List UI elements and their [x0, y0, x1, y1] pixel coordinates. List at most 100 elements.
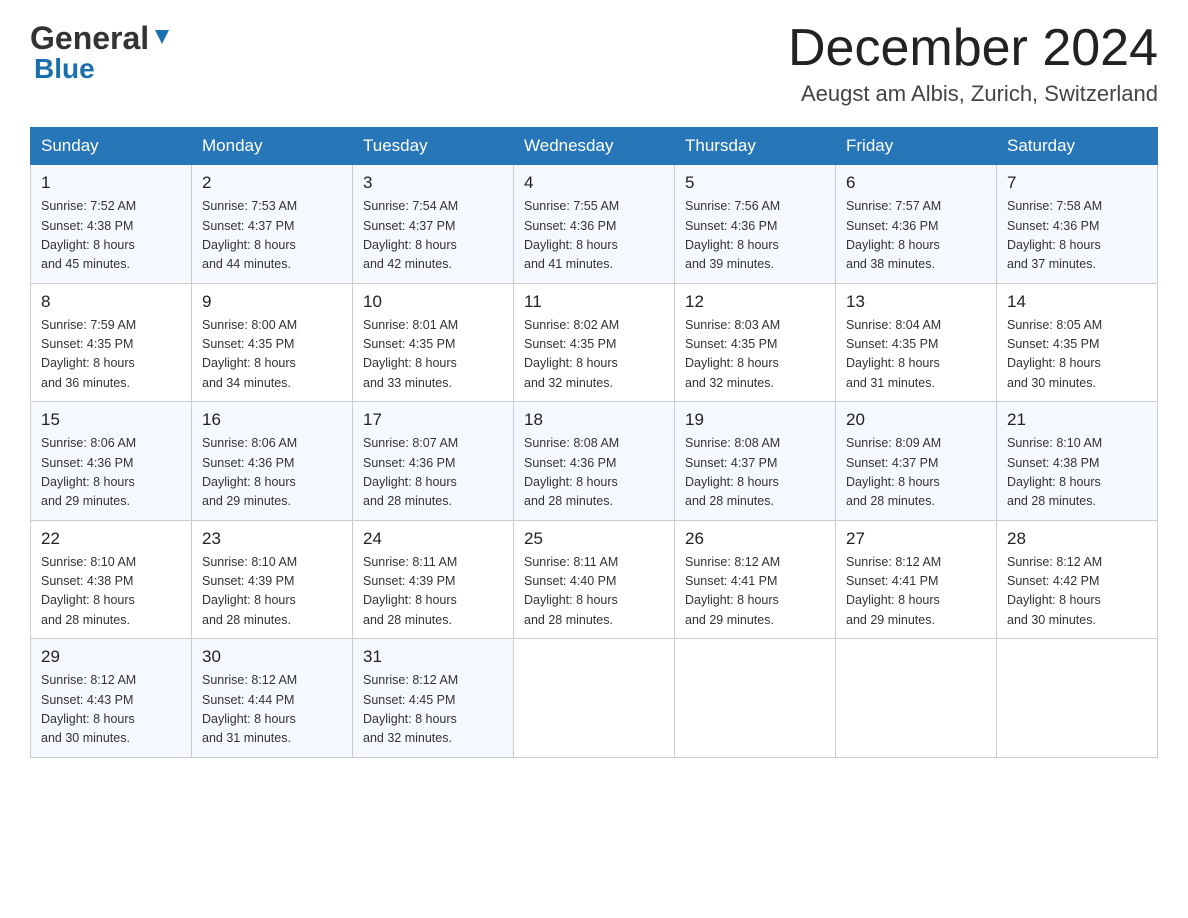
day-number: 7	[1007, 173, 1147, 193]
day-info: Sunrise: 7:57 AMSunset: 4:36 PMDaylight:…	[846, 197, 986, 275]
day-info: Sunrise: 8:06 AMSunset: 4:36 PMDaylight:…	[202, 434, 342, 512]
weekday-header-monday: Monday	[192, 128, 353, 165]
calendar-cell: 26Sunrise: 8:12 AMSunset: 4:41 PMDayligh…	[675, 520, 836, 639]
day-info: Sunrise: 8:12 AMSunset: 4:41 PMDaylight:…	[685, 553, 825, 631]
title-block: December 2024 Aeugst am Albis, Zurich, S…	[788, 20, 1158, 107]
calendar-cell	[514, 639, 675, 758]
day-number: 29	[41, 647, 181, 667]
day-info: Sunrise: 7:53 AMSunset: 4:37 PMDaylight:…	[202, 197, 342, 275]
calendar-cell: 30 Sunrise: 8:12 AMSunset: 4:44 PMDayligh…	[192, 639, 353, 758]
day-number: 9	[202, 292, 342, 312]
day-number: 1	[41, 173, 181, 193]
day-info: Sunrise: 8:11 AMSunset: 4:40 PMDaylight:…	[524, 553, 664, 631]
day-info: Sunrise: 8:09 AMSunset: 4:37 PMDaylight:…	[846, 434, 986, 512]
calendar-cell: 1 Sunrise: 7:52 AMSunset: 4:38 PMDaylight…	[31, 165, 192, 284]
day-number: 31	[363, 647, 503, 667]
day-info: Sunrise: 8:04 AMSunset: 4:35 PMDaylight:…	[846, 316, 986, 394]
day-number: 24	[363, 529, 503, 549]
logo-blue-text: Blue	[34, 53, 95, 85]
calendar-cell: 24Sunrise: 8:11 AMSunset: 4:39 PMDayligh…	[353, 520, 514, 639]
month-year-title: December 2024	[788, 20, 1158, 77]
day-info: Sunrise: 7:59 AMSunset: 4:35 PMDaylight:…	[41, 316, 181, 394]
day-number: 8	[41, 292, 181, 312]
day-number: 28	[1007, 529, 1147, 549]
day-number: 23	[202, 529, 342, 549]
calendar-cell: 12 Sunrise: 8:03 AMSunset: 4:35 PMDayligh…	[675, 283, 836, 402]
day-number: 6	[846, 173, 986, 193]
day-number: 16	[202, 410, 342, 430]
calendar-cell: 25 Sunrise: 8:11 AMSunset: 4:40 PMDayligh…	[514, 520, 675, 639]
calendar-cell: 21Sunrise: 8:10 AMSunset: 4:38 PMDayligh…	[997, 402, 1158, 521]
day-info: Sunrise: 8:03 AMSunset: 4:35 PMDaylight:…	[685, 316, 825, 394]
calendar-cell	[997, 639, 1158, 758]
day-number: 30	[202, 647, 342, 667]
calendar-cell: 3 Sunrise: 7:54 AMSunset: 4:37 PMDaylight…	[353, 165, 514, 284]
calendar-cell: 31 Sunrise: 8:12 AMSunset: 4:45 PMDayligh…	[353, 639, 514, 758]
calendar-cell	[836, 639, 997, 758]
calendar-cell: 28 Sunrise: 8:12 AMSunset: 4:42 PMDayligh…	[997, 520, 1158, 639]
day-number: 22	[41, 529, 181, 549]
calendar-cell: 27 Sunrise: 8:12 AMSunset: 4:41 PMDayligh…	[836, 520, 997, 639]
calendar-body: 1 Sunrise: 7:52 AMSunset: 4:38 PMDaylight…	[31, 165, 1158, 758]
calendar-cell: 13 Sunrise: 8:04 AMSunset: 4:35 PMDayligh…	[836, 283, 997, 402]
calendar-cell: 2 Sunrise: 7:53 AMSunset: 4:37 PMDaylight…	[192, 165, 353, 284]
logo-triangle-icon	[151, 26, 173, 48]
day-number: 12	[685, 292, 825, 312]
calendar-cell: 17 Sunrise: 8:07 AMSunset: 4:36 PMDayligh…	[353, 402, 514, 521]
day-number: 19	[685, 410, 825, 430]
day-number: 13	[846, 292, 986, 312]
day-number: 27	[846, 529, 986, 549]
day-info: Sunrise: 8:01 AMSunset: 4:35 PMDaylight:…	[363, 316, 503, 394]
day-info: Sunrise: 8:06 AMSunset: 4:36 PMDaylight:…	[41, 434, 181, 512]
calendar-cell: 19 Sunrise: 8:08 AMSunset: 4:37 PMDayligh…	[675, 402, 836, 521]
day-number: 21	[1007, 410, 1147, 430]
calendar-cell	[675, 639, 836, 758]
day-info: Sunrise: 8:12 AMSunset: 4:45 PMDaylight:…	[363, 671, 503, 749]
day-number: 4	[524, 173, 664, 193]
day-info: Sunrise: 8:12 AMSunset: 4:41 PMDaylight:…	[846, 553, 986, 631]
day-number: 10	[363, 292, 503, 312]
day-number: 14	[1007, 292, 1147, 312]
weekday-row: SundayMondayTuesdayWednesdayThursdayFrid…	[31, 128, 1158, 165]
logo: General Blue	[30, 20, 173, 85]
day-info: Sunrise: 8:08 AMSunset: 4:37 PMDaylight:…	[685, 434, 825, 512]
day-info: Sunrise: 8:10 AMSunset: 4:38 PMDaylight:…	[41, 553, 181, 631]
calendar-cell: 5 Sunrise: 7:56 AMSunset: 4:36 PMDaylight…	[675, 165, 836, 284]
day-number: 3	[363, 173, 503, 193]
calendar-header: SundayMondayTuesdayWednesdayThursdayFrid…	[31, 128, 1158, 165]
day-info: Sunrise: 8:12 AMSunset: 4:44 PMDaylight:…	[202, 671, 342, 749]
weekday-header-sunday: Sunday	[31, 128, 192, 165]
weekday-header-thursday: Thursday	[675, 128, 836, 165]
day-info: Sunrise: 8:02 AMSunset: 4:35 PMDaylight:…	[524, 316, 664, 394]
day-info: Sunrise: 7:52 AMSunset: 4:38 PMDaylight:…	[41, 197, 181, 275]
day-number: 2	[202, 173, 342, 193]
logo-general-text: General	[30, 20, 149, 57]
day-info: Sunrise: 8:08 AMSunset: 4:36 PMDaylight:…	[524, 434, 664, 512]
calendar-cell: 8 Sunrise: 7:59 AMSunset: 4:35 PMDaylight…	[31, 283, 192, 402]
day-info: Sunrise: 7:56 AMSunset: 4:36 PMDaylight:…	[685, 197, 825, 275]
calendar-cell: 9 Sunrise: 8:00 AMSunset: 4:35 PMDaylight…	[192, 283, 353, 402]
day-info: Sunrise: 8:12 AMSunset: 4:42 PMDaylight:…	[1007, 553, 1147, 631]
calendar-cell: 6 Sunrise: 7:57 AMSunset: 4:36 PMDaylight…	[836, 165, 997, 284]
day-info: Sunrise: 7:54 AMSunset: 4:37 PMDaylight:…	[363, 197, 503, 275]
location-subtitle: Aeugst am Albis, Zurich, Switzerland	[788, 81, 1158, 107]
calendar-week-row: 22 Sunrise: 8:10 AMSunset: 4:38 PMDayligh…	[31, 520, 1158, 639]
day-info: Sunrise: 7:58 AMSunset: 4:36 PMDaylight:…	[1007, 197, 1147, 275]
calendar-week-row: 15Sunrise: 8:06 AMSunset: 4:36 PMDayligh…	[31, 402, 1158, 521]
day-info: Sunrise: 8:07 AMSunset: 4:36 PMDaylight:…	[363, 434, 503, 512]
calendar-cell: 23Sunrise: 8:10 AMSunset: 4:39 PMDayligh…	[192, 520, 353, 639]
calendar-week-row: 29Sunrise: 8:12 AMSunset: 4:43 PMDayligh…	[31, 639, 1158, 758]
calendar-cell: 10 Sunrise: 8:01 AMSunset: 4:35 PMDayligh…	[353, 283, 514, 402]
day-number: 5	[685, 173, 825, 193]
calendar-table: SundayMondayTuesdayWednesdayThursdayFrid…	[30, 127, 1158, 758]
day-info: Sunrise: 8:00 AMSunset: 4:35 PMDaylight:…	[202, 316, 342, 394]
day-number: 20	[846, 410, 986, 430]
weekday-header-friday: Friday	[836, 128, 997, 165]
weekday-header-saturday: Saturday	[997, 128, 1158, 165]
day-info: Sunrise: 7:55 AMSunset: 4:36 PMDaylight:…	[524, 197, 664, 275]
calendar-cell: 14Sunrise: 8:05 AMSunset: 4:35 PMDayligh…	[997, 283, 1158, 402]
day-number: 17	[363, 410, 503, 430]
weekday-header-tuesday: Tuesday	[353, 128, 514, 165]
calendar-cell: 11Sunrise: 8:02 AMSunset: 4:35 PMDayligh…	[514, 283, 675, 402]
day-number: 25	[524, 529, 664, 549]
